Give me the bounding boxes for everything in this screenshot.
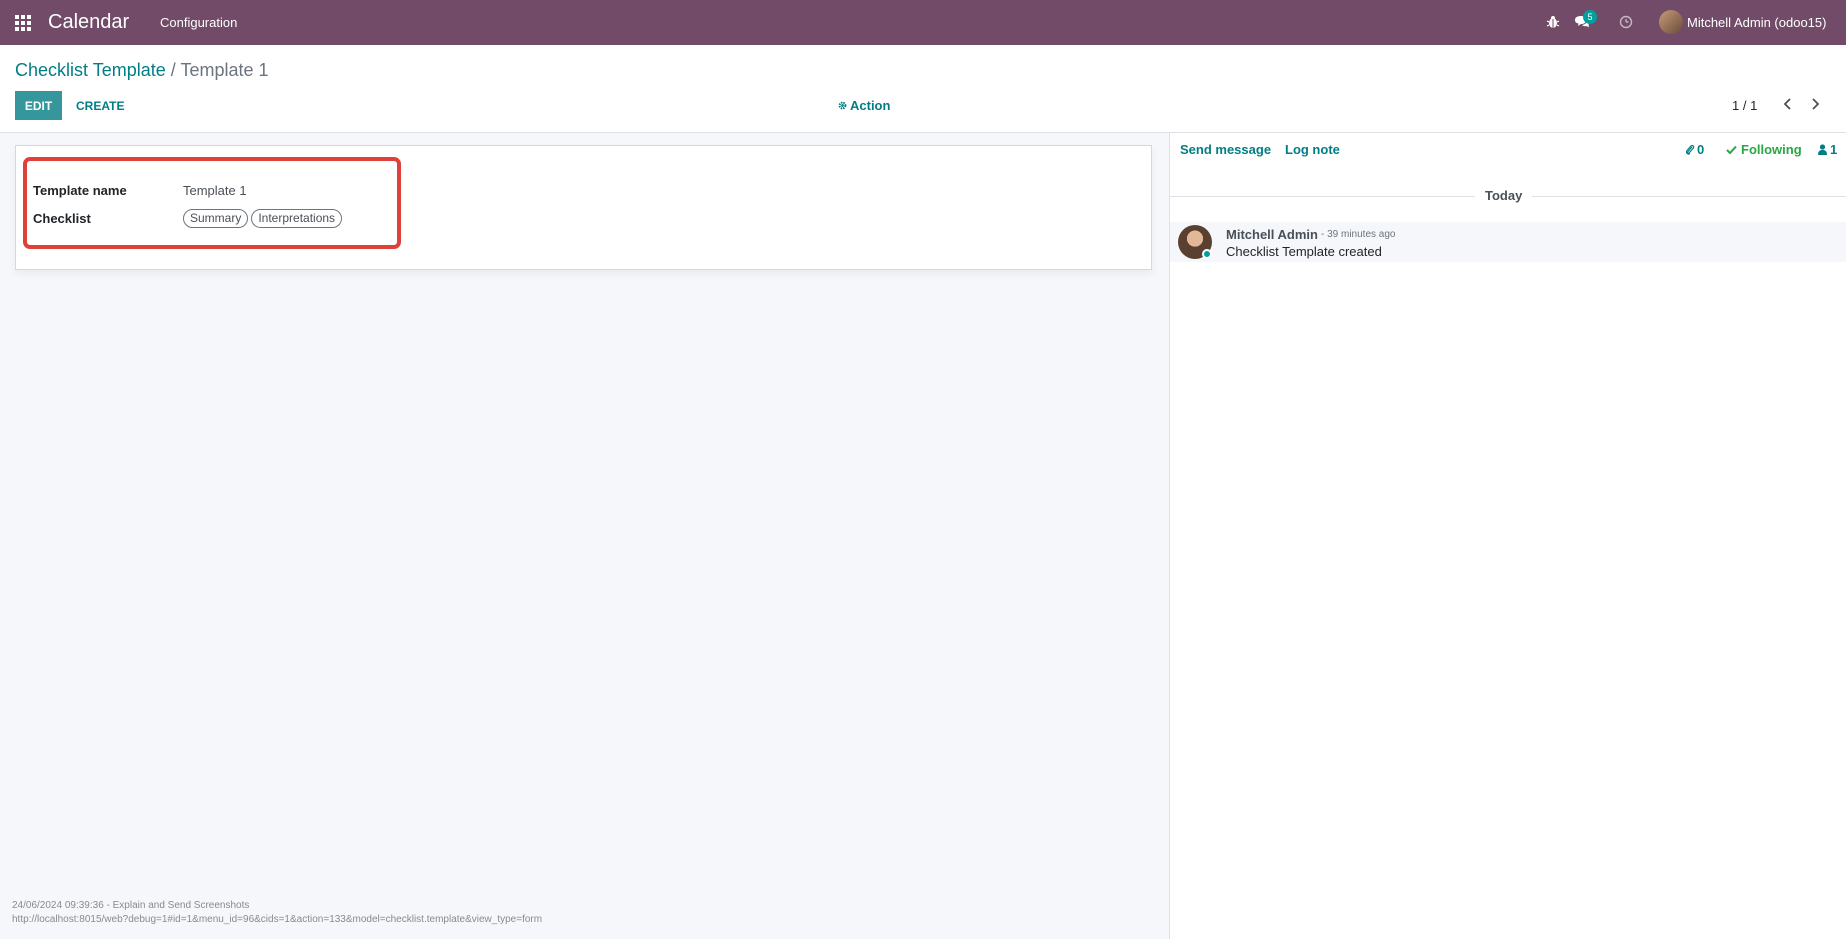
following-button[interactable]: Following bbox=[1726, 142, 1802, 157]
chatter-message: Mitchell Admin - 39 minutes ago Checklis… bbox=[1170, 222, 1846, 262]
pager-next-icon[interactable] bbox=[1807, 95, 1823, 113]
apps-menu-icon[interactable] bbox=[15, 15, 31, 31]
breadcrumb-separator: / bbox=[170, 60, 176, 80]
paperclip-icon bbox=[1685, 144, 1695, 155]
user-menu[interactable]: Mitchell Admin (odoo15) bbox=[1687, 15, 1826, 30]
check-icon bbox=[1726, 145, 1737, 154]
create-button[interactable]: CREATE bbox=[71, 91, 129, 120]
chatter-panel: Send message Log note 0 Following 1 Toda… bbox=[1169, 133, 1846, 939]
checklist-tag: Interpretations bbox=[251, 209, 343, 228]
app-name[interactable]: Calendar bbox=[48, 11, 129, 34]
following-label: Following bbox=[1741, 142, 1802, 157]
screenshot-url: http://localhost:8015/web?debug=1#id=1&m… bbox=[12, 914, 543, 925]
send-message-button[interactable]: Send message bbox=[1180, 142, 1271, 157]
message-author[interactable]: Mitchell Admin bbox=[1226, 227, 1318, 242]
checklist-tags: Summary Interpretations bbox=[183, 209, 343, 228]
top-navbar: Calendar Configuration 5 Mitchell Admin … bbox=[0, 0, 1846, 45]
date-separator-label: Today bbox=[1475, 188, 1533, 203]
template-name-label: Template name bbox=[33, 183, 127, 198]
attachments-count: 0 bbox=[1697, 142, 1705, 157]
activity-clock-icon[interactable] bbox=[1619, 15, 1633, 29]
pager-value[interactable]: 1 / 1 bbox=[1732, 98, 1757, 113]
user-icon bbox=[1818, 144, 1827, 155]
form-sheet: Template name Template 1 Checklist Summa… bbox=[15, 145, 1152, 270]
control-panel: Checklist Template / Template 1 EDIT CRE… bbox=[0, 45, 1846, 133]
user-avatar[interactable] bbox=[1659, 10, 1683, 34]
message-body: Checklist Template created bbox=[1226, 244, 1382, 259]
breadcrumb-current: Template 1 bbox=[180, 60, 269, 80]
action-label: Action bbox=[850, 98, 891, 113]
gear-icon bbox=[838, 101, 847, 110]
log-note-button[interactable]: Log note bbox=[1285, 142, 1340, 157]
breadcrumb: Checklist Template / Template 1 bbox=[15, 60, 269, 81]
message-time: - 39 minutes ago bbox=[1321, 229, 1396, 240]
menu-configuration[interactable]: Configuration bbox=[160, 15, 237, 30]
online-status-icon bbox=[1202, 249, 1212, 259]
edit-button[interactable]: EDIT bbox=[15, 91, 62, 120]
checklist-label: Checklist bbox=[33, 211, 91, 226]
checklist-tag: Summary bbox=[183, 209, 249, 228]
followers-button[interactable]: 1 bbox=[1818, 142, 1837, 157]
template-name-value: Template 1 bbox=[183, 183, 247, 198]
followers-count: 1 bbox=[1830, 142, 1838, 157]
debug-bug-icon[interactable] bbox=[1546, 15, 1560, 29]
attachments-button[interactable]: 0 bbox=[1685, 142, 1704, 157]
breadcrumb-parent[interactable]: Checklist Template bbox=[15, 60, 166, 80]
pager-previous-icon[interactable] bbox=[1780, 95, 1796, 113]
messaging-count-badge: 5 bbox=[1583, 10, 1597, 24]
screenshot-timestamp: 24/06/2024 09:39:36 - Explain and Send S… bbox=[12, 900, 250, 911]
highlight-annotation-box bbox=[23, 157, 401, 249]
action-dropdown[interactable]: Action bbox=[838, 98, 890, 113]
